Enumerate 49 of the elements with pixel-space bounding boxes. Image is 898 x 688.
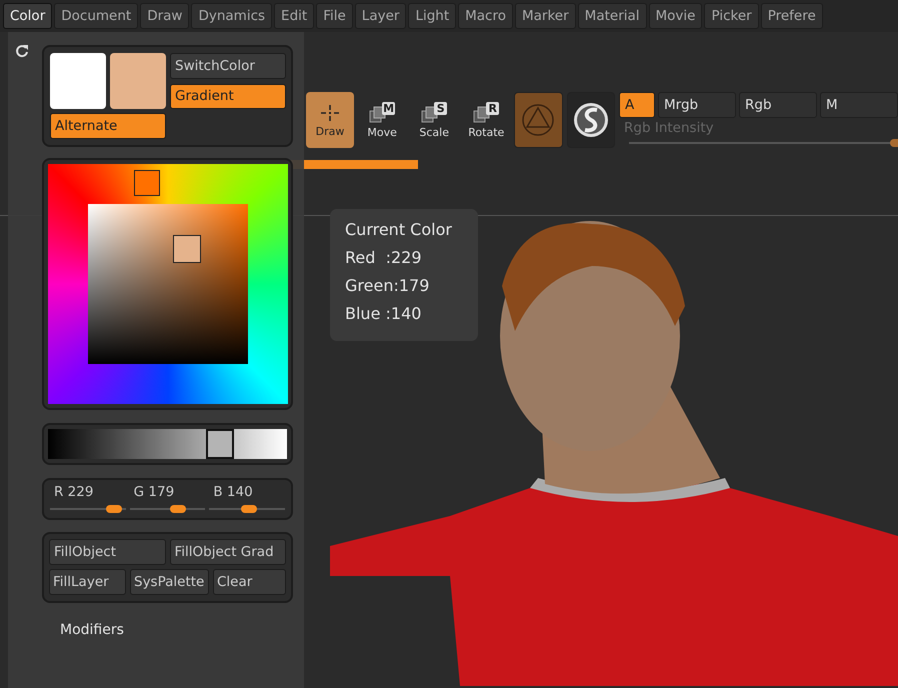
- channel-value: G 179: [132, 484, 176, 501]
- menu-tab[interactable]: Movie: [648, 3, 702, 29]
- crosshair-icon: [319, 102, 342, 122]
- menu-tab[interactable]: Color: [3, 3, 52, 29]
- slider-label: Rgb Intensity: [623, 120, 715, 136]
- menu-tab[interactable]: File: [316, 3, 353, 29]
- panel-button[interactable]: FillLayer: [49, 569, 126, 595]
- switch-color-button[interactable]: SwitchColor: [170, 53, 286, 78]
- mode-toggle[interactable]: M: [820, 92, 898, 118]
- main-color-swatch[interactable]: [110, 53, 166, 109]
- tool-button[interactable]: Draw: [306, 92, 354, 148]
- gradient-toggle[interactable]: Gradient: [170, 84, 286, 109]
- shortcut-key: S: [434, 102, 448, 114]
- menu-tab[interactable]: Draw: [140, 3, 190, 29]
- menu-tab[interactable]: Picker: [704, 3, 759, 29]
- channel-value: B 140: [212, 484, 254, 501]
- mode-toggle[interactable]: A: [619, 92, 656, 118]
- menu-tab[interactable]: Dynamics: [191, 3, 272, 29]
- tooltip-line: Green:179: [345, 275, 430, 297]
- menu-tab[interactable]: Document: [54, 3, 138, 29]
- tooltip-line: Blue :140: [345, 303, 422, 325]
- mode-toggle[interactable]: Mrgb: [658, 92, 736, 118]
- shortcut-key: R: [486, 102, 500, 114]
- menu-tab[interactable]: Marker: [515, 3, 576, 29]
- color-picker[interactable]: [48, 164, 288, 404]
- channel-value: R 229: [53, 484, 94, 501]
- panel-button[interactable]: SysPalette: [130, 569, 209, 595]
- refresh-icon[interactable]: [15, 44, 29, 58]
- mode-toggle[interactable]: Rgb: [739, 92, 818, 118]
- menu-tab[interactable]: Layer: [354, 3, 406, 29]
- tooltip-line: Red :229: [345, 247, 422, 269]
- fill-object-grad-button[interactable]: FillObject Grad: [170, 539, 286, 565]
- menu-tab[interactable]: Macro: [458, 3, 513, 29]
- fill-object-button[interactable]: FillObject: [49, 539, 166, 565]
- grayscale-slider[interactable]: [48, 429, 287, 459]
- tool-button[interactable]: M Move: [358, 92, 406, 148]
- secondary-color-swatch[interactable]: [50, 53, 106, 109]
- tooltip-title: Current Color: [345, 219, 452, 241]
- menu-tab[interactable]: Light: [408, 3, 456, 29]
- tool-button[interactable]: S Scale: [410, 92, 458, 148]
- material-button[interactable]: [566, 92, 616, 148]
- shortcut-key: M: [382, 102, 396, 114]
- menu-tab[interactable]: Material: [578, 3, 647, 29]
- panel-button[interactable]: Clear: [213, 569, 286, 595]
- tool-button[interactable]: R Rotate: [462, 92, 510, 148]
- menu-tab[interactable]: Prefere: [760, 3, 823, 29]
- section-header[interactable]: Modifiers: [60, 622, 124, 638]
- menu-tab[interactable]: Edit: [274, 3, 314, 29]
- alternate-toggle[interactable]: Alternate: [50, 113, 166, 139]
